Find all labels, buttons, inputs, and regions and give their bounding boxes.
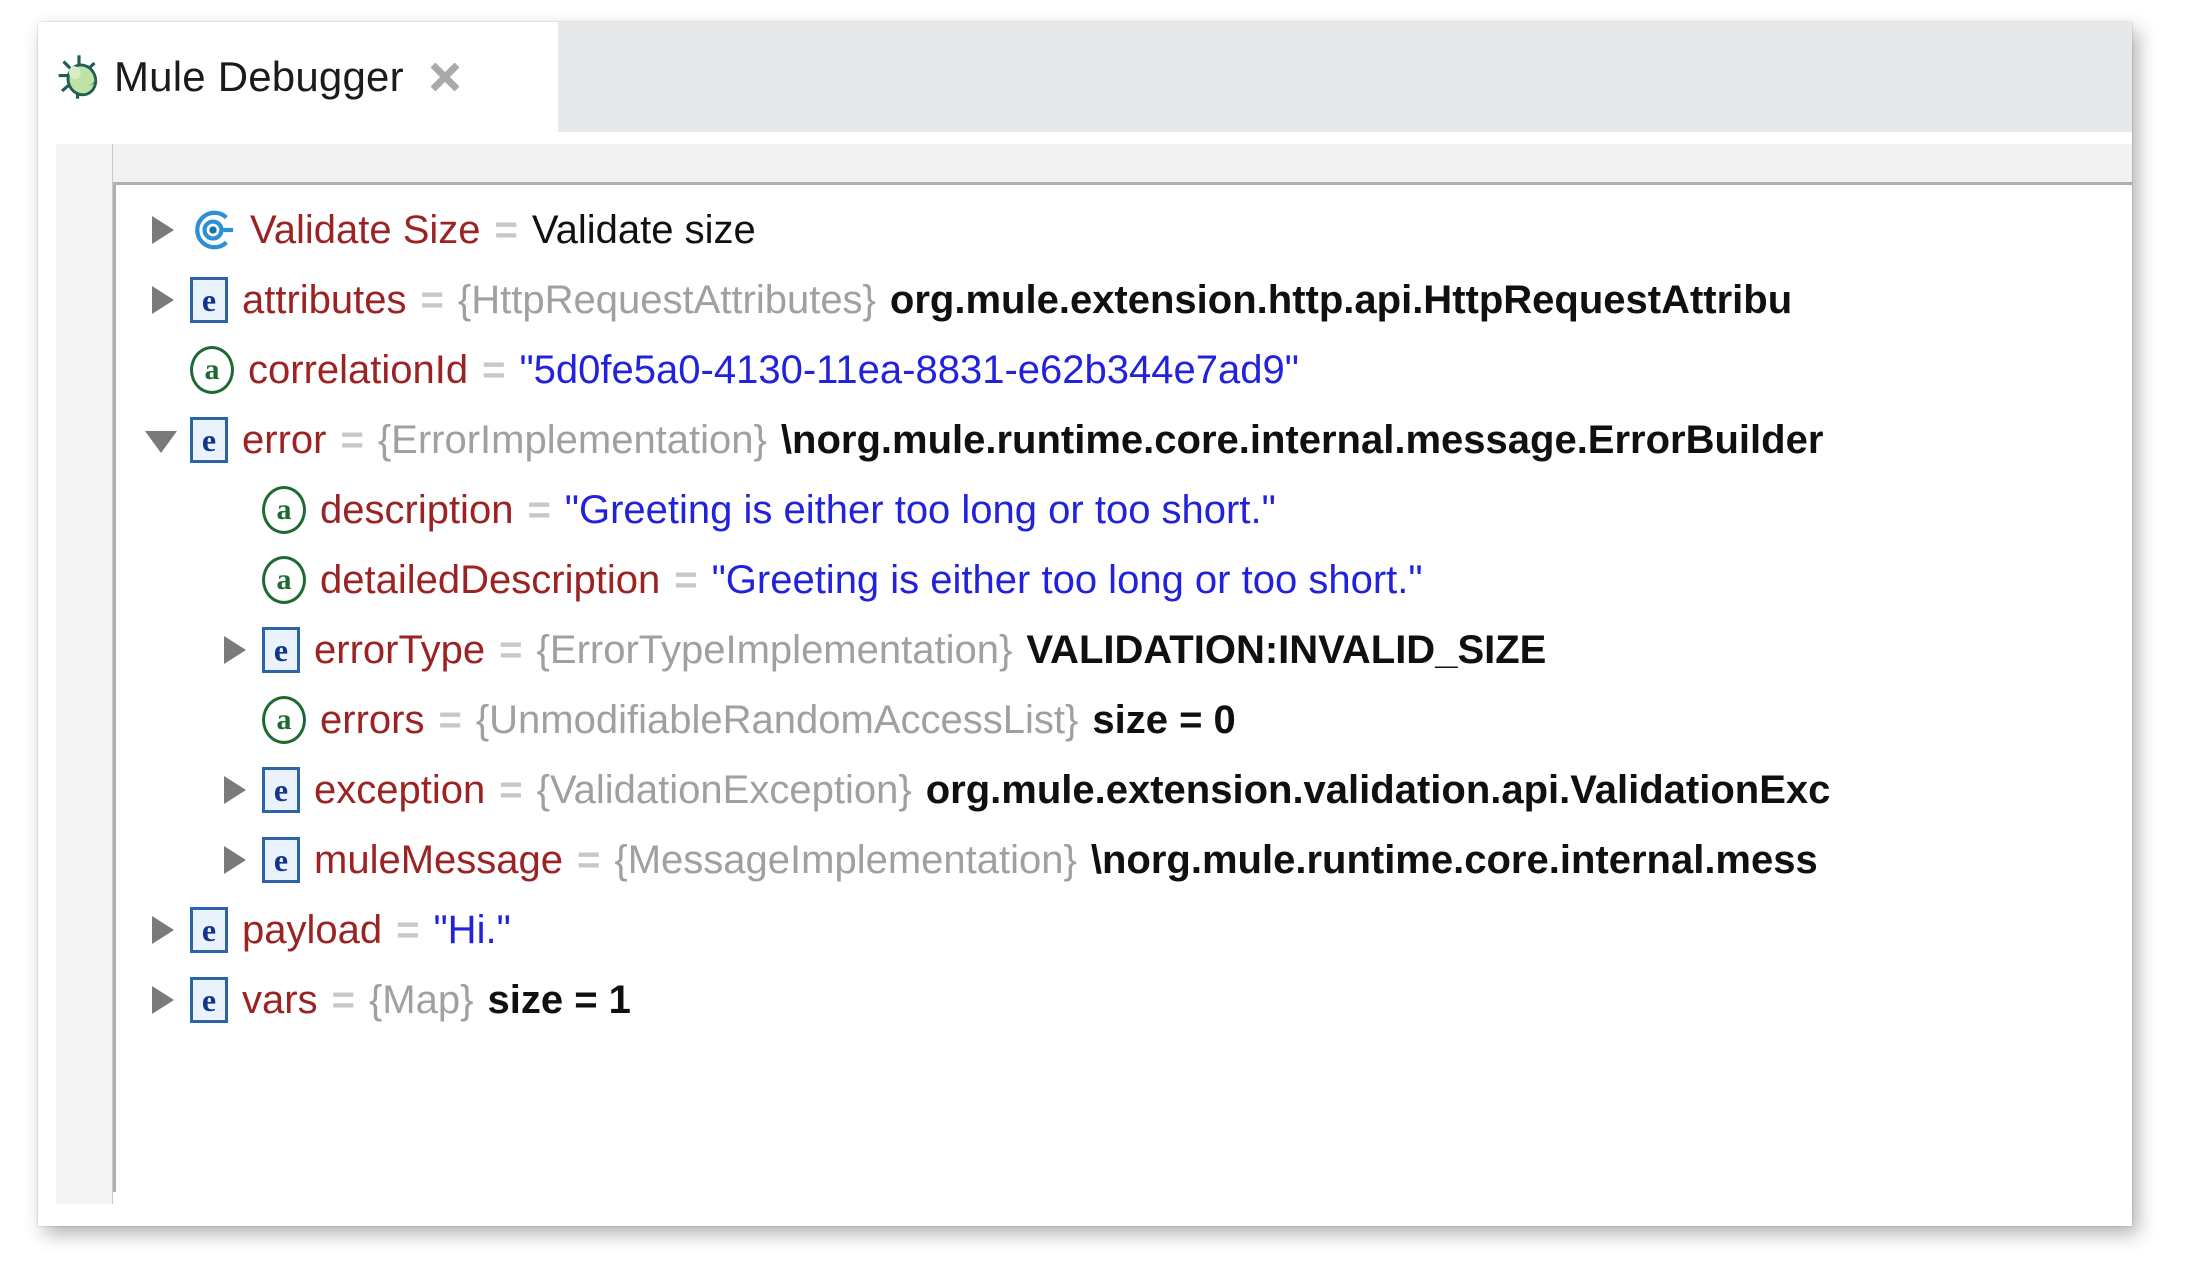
tree-row[interactable]: e vars = {Map} size = 1	[116, 965, 2132, 1035]
tree-row-type: {MessageImplementation}	[614, 838, 1077, 882]
tree-row-equals: =	[420, 278, 444, 322]
tree-row-name: payload	[242, 908, 383, 952]
tree-row-type: {Map}	[368, 978, 474, 1022]
tree-row-equals: =	[674, 558, 698, 602]
a-icon: a	[190, 346, 234, 394]
a-icon: a	[262, 696, 306, 744]
tree-row-value: VALIDATION:INVALID_SIZE	[1026, 628, 1547, 672]
tree-row-name: vars	[242, 978, 318, 1022]
e-icon: e	[190, 977, 228, 1023]
tree-row-value: Validate size	[531, 208, 756, 252]
tree-row-equals: =	[482, 348, 506, 392]
tree-row-value: "Greeting is either too long or too shor…	[711, 558, 1423, 602]
tree-row-name: correlationId	[248, 348, 469, 392]
tree-row-equals: =	[499, 768, 523, 812]
tab-label: Mule Debugger	[114, 53, 404, 100]
tree-row[interactable]: e muleMessage = {MessageImplementation} \nor…	[116, 825, 2132, 895]
e-icon: e	[262, 627, 300, 673]
tab-mule-debugger[interactable]: Mule Debugger	[38, 22, 558, 132]
chevron-right-icon[interactable]	[216, 633, 250, 667]
tree-row-name: description	[320, 488, 514, 532]
tree-row-value: size = 0	[1092, 698, 1236, 742]
tree-row[interactable]: e error = {ErrorImplementation} \norg.mule.r…	[116, 405, 2132, 475]
tree-row-equals: =	[527, 488, 551, 532]
tree-row-name: error	[242, 418, 327, 462]
chevron-right-icon[interactable]	[216, 843, 250, 877]
tree-row-name: exception	[314, 768, 486, 812]
tree-row[interactable]: e payload = "Hi."	[116, 895, 2132, 965]
tree-row-type: {HttpRequestAttributes}	[457, 278, 876, 322]
tree-row[interactable]: a errors = {UnmodifiableRandomAccessList} si…	[116, 685, 2132, 755]
tree-row-value: "5d0fe5a0-4130-11ea-8831-e62b344e7ad9"	[519, 348, 1299, 392]
variables-tree: Validate Size = Validate size e attributes = {…	[116, 195, 2132, 1035]
e-icon: e	[190, 277, 228, 323]
tree-row-equals: =	[331, 978, 355, 1022]
tree-row-value: org.mule.extension.http.api.HttpRequestA…	[889, 278, 1793, 322]
tree-row-value: "Hi."	[433, 908, 511, 952]
mule-debugger-window: Mule Debugger Validate Size = Validate siz…	[38, 22, 2132, 1226]
chevron-right-icon[interactable]	[216, 773, 250, 807]
tree-row-type: {ErrorTypeImplementation}	[536, 628, 1013, 672]
chevron-down-icon[interactable]	[144, 423, 178, 457]
tree-row[interactable]: e exception = {ValidationException} org.mule…	[116, 755, 2132, 825]
tree-row-equals: =	[340, 418, 364, 462]
tab-bar-empty-area	[558, 22, 2132, 132]
chevron-right-icon[interactable]	[144, 213, 178, 247]
tree-row-value: org.mule.extension.validation.api.Valida…	[925, 768, 1831, 812]
bug-icon	[58, 55, 98, 99]
tree-row[interactable]: a description = "Greeting is either too lon…	[116, 475, 2132, 545]
tree-row-name: errors	[320, 698, 425, 742]
twisty-placeholder	[216, 563, 250, 597]
e-icon: e	[190, 907, 228, 953]
tree-row-name: detailedDescription	[320, 558, 661, 602]
tree-row-equals: =	[396, 908, 420, 952]
a-icon: a	[262, 556, 306, 604]
tree-row-value: "Greeting is either too long or too shor…	[564, 488, 1276, 532]
chevron-right-icon[interactable]	[144, 283, 178, 317]
twisty-placeholder	[216, 493, 250, 527]
tree-row-name: errorType	[314, 628, 486, 672]
tree-row-value: \norg.mule.runtime.core.internal.mess	[1090, 838, 1818, 882]
e-icon: e	[262, 837, 300, 883]
tree-row-type: {ErrorImplementation}	[377, 418, 767, 462]
close-icon[interactable]	[426, 58, 464, 96]
e-icon: e	[262, 767, 300, 813]
chevron-right-icon[interactable]	[144, 983, 178, 1017]
tree-row[interactable]: e attributes = {HttpRequestAttributes} org.m…	[116, 265, 2132, 335]
twisty-placeholder	[144, 353, 178, 387]
component-icon	[195, 210, 234, 250]
tree-row[interactable]: e errorType = {ErrorTypeImplementation} VALI…	[116, 615, 2132, 685]
tree-row[interactable]: Validate Size = Validate size	[116, 195, 2132, 265]
debugger-body: Validate Size = Validate size e attributes = {…	[38, 144, 2132, 1226]
tree-row-name: Validate Size	[250, 208, 481, 252]
tree-row[interactable]: a detailedDescription = "Greeting is either…	[116, 545, 2132, 615]
tab-bar: Mule Debugger	[38, 22, 2132, 144]
tree-row-type: {ValidationException}	[536, 768, 912, 812]
left-gutter	[56, 144, 113, 1204]
chevron-right-icon[interactable]	[144, 913, 178, 947]
e-icon: e	[190, 417, 228, 463]
tree-row-equals: =	[438, 698, 462, 742]
component-icon	[190, 207, 236, 253]
tree-row-equals: =	[494, 208, 518, 252]
tree-row-equals: =	[577, 838, 601, 882]
tree-row-equals: =	[499, 628, 523, 672]
tree-row-name: attributes	[242, 278, 407, 322]
panel-toolbar-strip	[56, 144, 2132, 182]
twisty-placeholder	[216, 703, 250, 737]
tree-row-value: \norg.mule.runtime.core.internal.message…	[780, 418, 1824, 462]
variables-tree-panel[interactable]: Validate Size = Validate size e attributes = {…	[113, 182, 2132, 1192]
tree-row-name: muleMessage	[314, 838, 564, 882]
tree-row-value: size = 1	[487, 978, 631, 1022]
tree-row-type: {UnmodifiableRandomAccessList}	[475, 698, 1079, 742]
a-icon: a	[262, 486, 306, 534]
tree-row[interactable]: a correlationId = "5d0fe5a0-4130-11ea-8831-…	[116, 335, 2132, 405]
